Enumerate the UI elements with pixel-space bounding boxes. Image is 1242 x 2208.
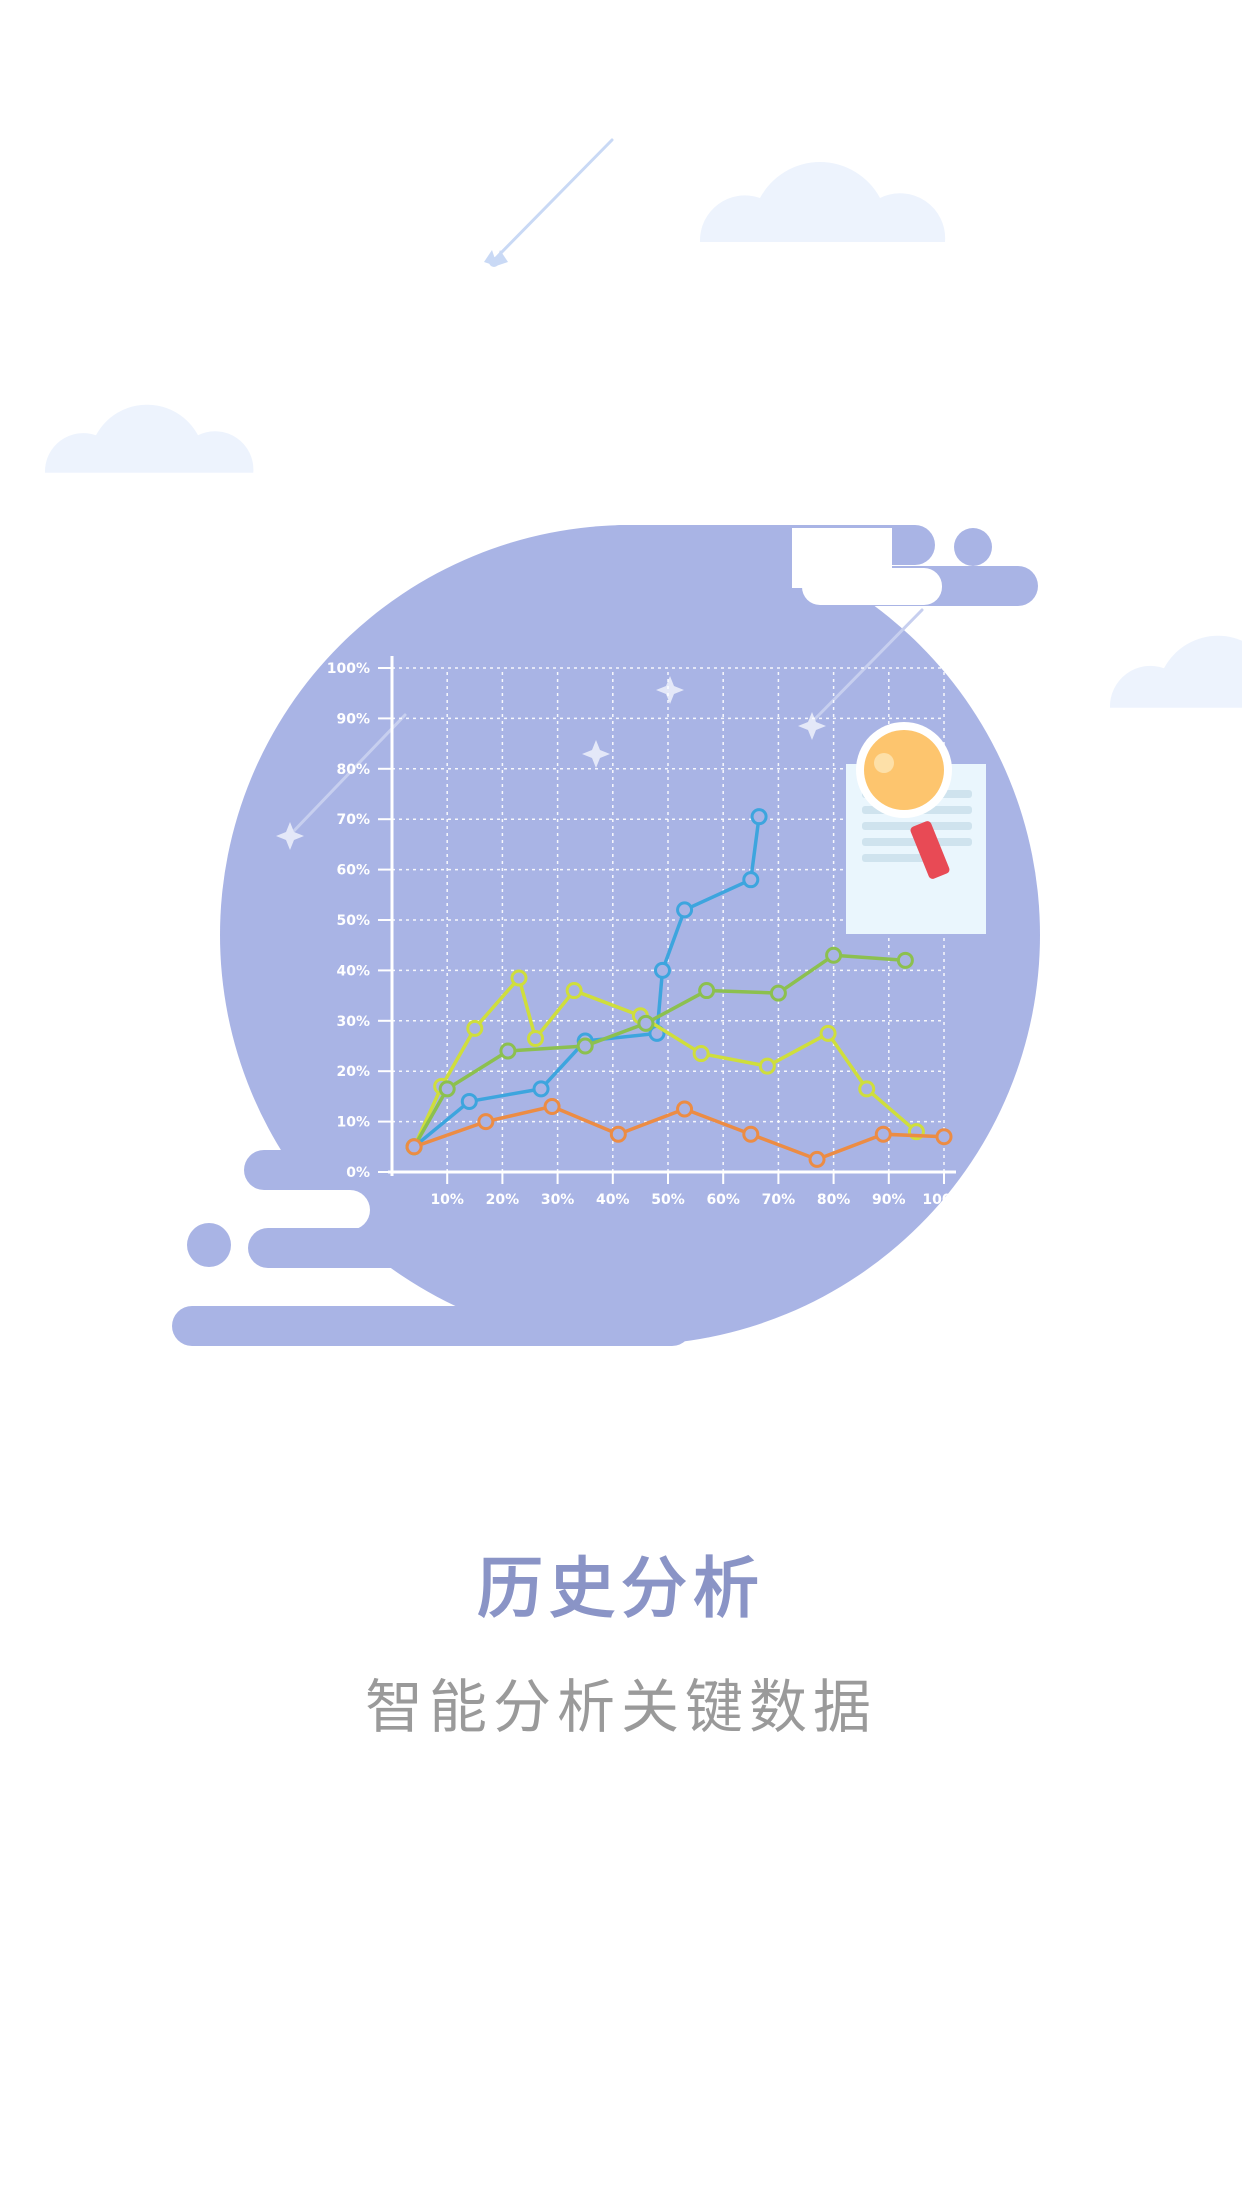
x-tick-label: 60% [706,1192,740,1208]
data-point [510,969,528,987]
chart-background-circle [172,525,1040,1346]
data-point [576,1037,594,1055]
y-tick-label: 30% [336,1014,370,1030]
x-tick-label: 100% [922,1192,965,1208]
y-tick-label: 90% [336,711,370,727]
shooting-star-icon [484,138,614,267]
data-point [742,871,760,889]
y-tick-label: 20% [336,1064,370,1080]
y-tick-label: 100% [327,661,370,677]
data-point [935,1128,953,1146]
data-point [609,1125,627,1143]
data-point [858,1080,876,1098]
x-tick-label: 80% [817,1192,851,1208]
page-title: 历史分析 [477,1550,765,1627]
y-tick-label: 0% [346,1165,370,1181]
data-point [543,1097,561,1115]
data-point [438,1080,456,1098]
data-point [742,1125,760,1143]
data-point [653,961,671,979]
cloud-icon [699,162,946,242]
illustration: 0% 10% 20% 30% 40% 50% 60% 70% 80% 90% 100% 10% 20%… [44,138,1242,1346]
data-point [769,984,787,1002]
x-tick-label: 30% [541,1192,575,1208]
y-tick-label: 80% [336,762,370,778]
y-tick-label: 10% [336,1115,370,1131]
data-point [477,1113,495,1131]
data-point [466,1019,484,1037]
x-tick-label: 70% [762,1192,796,1208]
y-tick-label: 60% [336,863,370,879]
data-point [460,1092,478,1110]
data-point [527,1029,545,1047]
data-point [750,808,768,826]
cloud-icon [1109,635,1242,708]
data-point [808,1150,826,1168]
x-tick-label: 10% [430,1192,464,1208]
data-point [676,901,694,919]
data-point [698,982,716,1000]
data-point [637,1014,655,1032]
data-point [896,951,914,969]
cloud-icon [44,404,254,473]
x-tick-label: 50% [651,1192,685,1208]
data-point [692,1045,710,1063]
data-point [758,1057,776,1075]
data-point [499,1042,517,1060]
x-tick-label: 90% [872,1192,906,1208]
data-point [565,982,583,1000]
data-point [676,1100,694,1118]
data-point [532,1080,550,1098]
page-subtitle: 智能分析关键数据 [364,1673,877,1741]
data-point [874,1125,892,1143]
y-tick-label: 40% [336,963,370,979]
y-tick-label: 70% [336,812,370,828]
data-point [819,1024,837,1042]
y-tick-label: 50% [336,913,370,929]
data-point [825,946,843,964]
x-tick-label: 40% [596,1192,630,1208]
data-point [405,1138,423,1156]
x-tick-label: 20% [486,1192,520,1208]
